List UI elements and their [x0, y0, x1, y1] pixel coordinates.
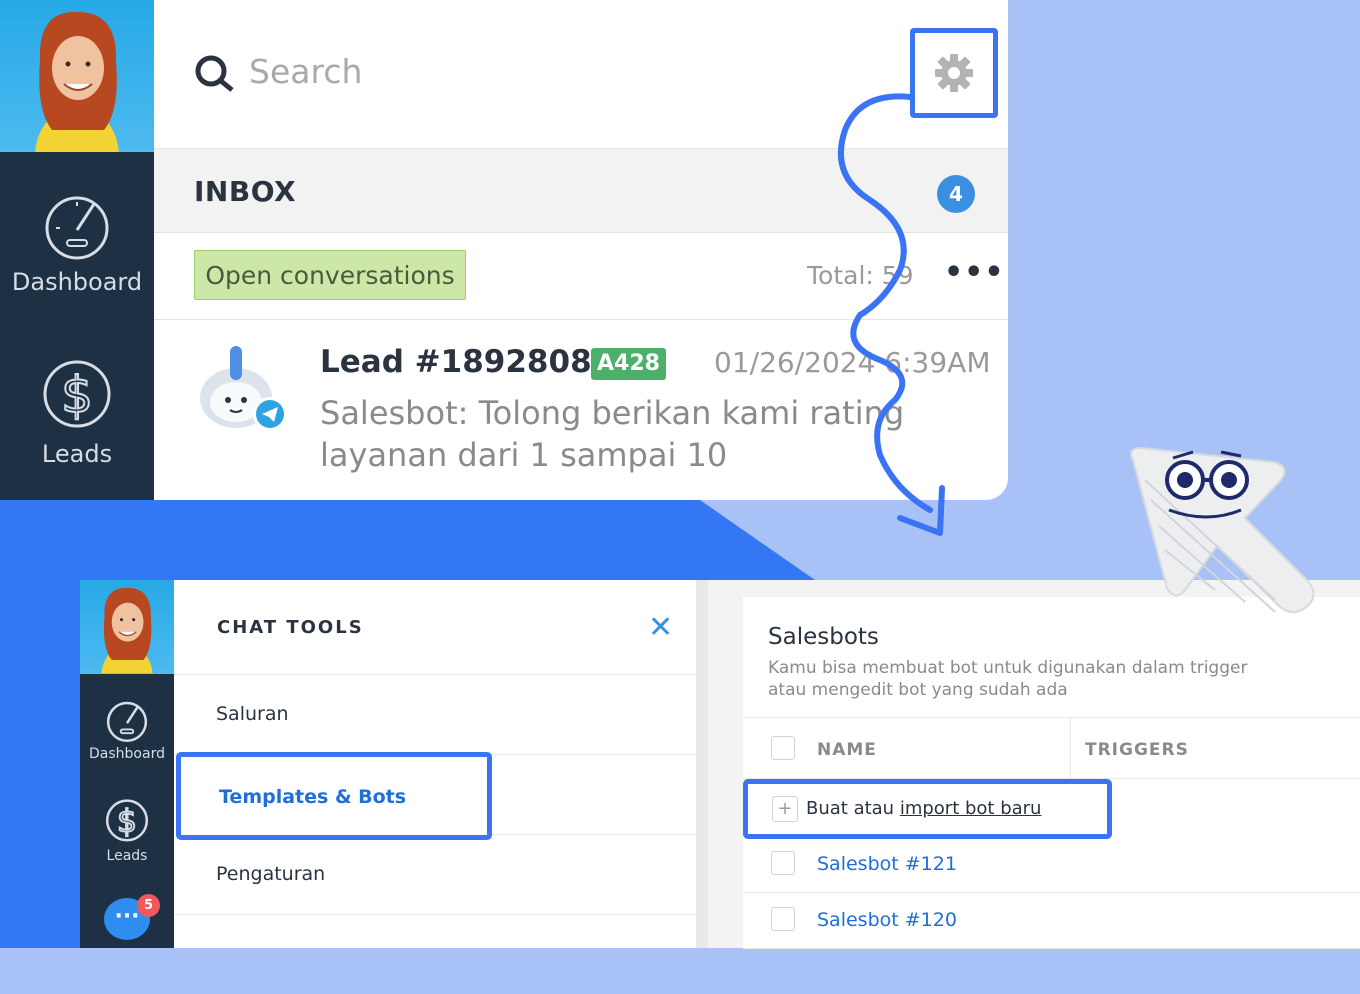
table-row[interactable]: Salesbot #121: [743, 837, 1360, 893]
dollar-icon: $: [43, 360, 111, 428]
chat-tools-panel: CHAT TOOLS ✕ Saluran Pengaturan Template…: [174, 580, 696, 948]
avatar[interactable]: [0, 0, 154, 152]
nav-leads[interactable]: $ Leads: [0, 348, 154, 468]
column-divider: [1070, 718, 1071, 780]
chat-tools-title: CHAT TOOLS: [217, 617, 364, 638]
conversation-item[interactable]: Lead #18928088 A428 01/26/2024 6:39AM Sa…: [154, 320, 1008, 500]
nav-label: Leads: [41, 440, 113, 468]
avatar[interactable]: [80, 580, 174, 674]
menu-item-label: Saluran: [216, 703, 289, 725]
row-checkbox[interactable]: [771, 907, 795, 931]
inbox-header: INBOX 4: [154, 148, 1008, 233]
inbox-count-badge: 4: [937, 175, 975, 213]
nav-label: Dashboard: [11, 268, 143, 296]
inbox-panel: Search INBOX 4 Open conversations Total:…: [154, 0, 1008, 500]
filter-row: Open conversations Total: 59 •••: [154, 233, 1008, 320]
salesbots-title: Salesbots: [768, 624, 879, 650]
lead-message-preview: Salesbot: Tolong berikan kami rating lay…: [320, 394, 905, 474]
open-conversations-filter[interactable]: Open conversations: [194, 250, 466, 300]
table-row[interactable]: Salesbot #120: [743, 893, 1360, 949]
menu-item-label: Templates & Bots: [219, 786, 407, 808]
column-header-triggers[interactable]: TRIGGERS: [1085, 740, 1189, 760]
speedometer-icon: [45, 196, 109, 260]
create-bot-text: Buat atau import bot baru: [806, 798, 1041, 819]
lead-title[interactable]: Lead #18928088: [320, 344, 613, 380]
salesbots-description: Kamu bisa membuat bot untuk digunakan da…: [768, 658, 1248, 700]
create-bot-prefix: Buat atau: [806, 798, 895, 819]
column-header-name[interactable]: NAME: [817, 740, 877, 760]
close-icon[interactable]: ✕: [648, 610, 673, 645]
salesbots-card: Salesbots Kamu bisa membuat bot untuk di…: [743, 597, 1360, 949]
gear-icon: [935, 54, 973, 92]
nav-dashboard[interactable]: Dashboard: [80, 698, 174, 762]
nav-dashboard[interactable]: Dashboard: [0, 190, 154, 296]
svg-text:$: $: [117, 804, 137, 840]
nav-leads[interactable]: $ Leads: [80, 792, 174, 864]
search-bar: Search: [154, 0, 1008, 148]
salesbot-link[interactable]: Salesbot #120: [817, 909, 957, 931]
lead-tag: A428: [591, 348, 666, 380]
telegram-icon: [256, 400, 284, 428]
dollar-icon: $: [105, 799, 149, 842]
more-options-icon[interactable]: •••: [944, 255, 1005, 290]
menu-item-label: Pengaturan: [216, 863, 326, 885]
panel-divider: [696, 580, 708, 948]
nav-label: Leads: [106, 848, 148, 864]
menu-item-templates-bots[interactable]: Templates & Bots: [176, 752, 492, 840]
bot-avatar: [200, 346, 287, 431]
plus-icon[interactable]: +: [772, 796, 798, 822]
nav-label: Dashboard: [89, 746, 165, 762]
search-icon[interactable]: [194, 54, 236, 94]
create-bot-row[interactable]: + Buat atau import bot baru: [743, 779, 1112, 839]
chat-unread-badge: 5: [137, 894, 160, 917]
salesbot-link[interactable]: Salesbot #121: [817, 853, 957, 875]
speedometer-icon: [106, 701, 148, 742]
lead-timestamp: 01/26/2024 6:39AM: [714, 346, 991, 379]
svg-text:$: $: [61, 366, 93, 424]
cursor-mascot-icon: [1130, 446, 1315, 614]
total-count: Total: 59: [807, 261, 914, 290]
menu-divider: [174, 914, 696, 994]
import-bot-link[interactable]: import bot baru: [900, 798, 1042, 819]
menu-item-saluran[interactable]: Saluran: [174, 674, 696, 754]
select-all-checkbox[interactable]: [771, 736, 795, 760]
settings-button[interactable]: [910, 28, 998, 118]
inbox-title: INBOX: [194, 175, 297, 208]
table-header: NAME TRIGGERS: [743, 717, 1360, 780]
row-checkbox[interactable]: [771, 851, 795, 875]
search-input[interactable]: Search: [249, 52, 362, 91]
menu-item-pengaturan[interactable]: Pengaturan: [174, 834, 696, 914]
